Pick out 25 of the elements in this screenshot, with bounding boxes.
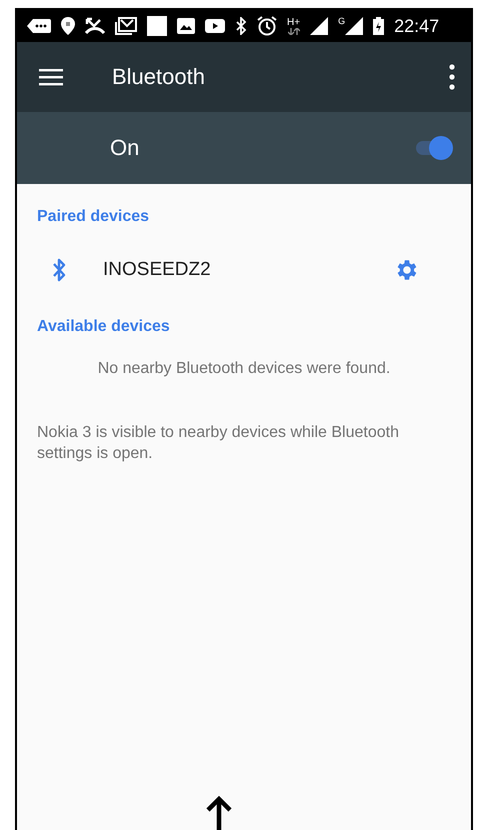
signal-icon: [345, 17, 364, 35]
more-options-icon[interactable]: [449, 64, 455, 90]
screen-title: Bluetooth: [112, 64, 206, 90]
mail-icon: [115, 17, 137, 35]
section-header: Available devices: [37, 318, 171, 336]
data-arrows-icon: [288, 28, 300, 34]
empty-message: No nearby Bluetooth devices were found.: [96, 360, 392, 378]
network-type-label: H+: [287, 18, 300, 28]
section-header: Paired devices: [37, 208, 150, 226]
network-type-label: G: [338, 17, 346, 26]
device-name[interactable]: INOSEEDZ2: [103, 259, 393, 281]
missed-call-icon: [85, 17, 105, 35]
video-icon: [205, 19, 225, 33]
bluetooth-icon: [52, 257, 66, 283]
clock-time: 22:47: [394, 16, 440, 36]
location-pin-icon: [61, 17, 75, 35]
menu-icon[interactable]: [39, 68, 63, 86]
bluetooth-icon: [235, 17, 247, 35]
alarm-icon: [257, 16, 277, 36]
battery-icon: [373, 17, 384, 35]
visibility-note: Nokia 3 is visible to nearby devices while Bluetooth settings is open.: [37, 423, 400, 464]
message-icon: [27, 18, 51, 34]
image-icon: [177, 18, 195, 34]
switch-label: On: [110, 135, 140, 161]
signal-icon: [310, 17, 328, 35]
